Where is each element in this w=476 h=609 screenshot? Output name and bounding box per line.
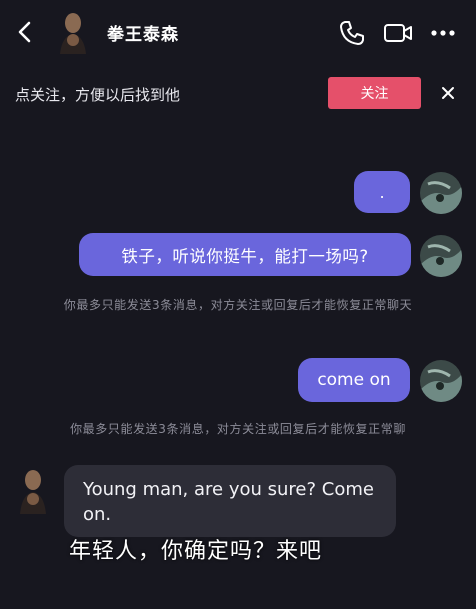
system-notice: 你最多只能发送3条消息，对方关注或回复后才能恢复正常聊 [70, 422, 406, 436]
my-avatar[interactable] [420, 172, 462, 214]
back-icon[interactable] [12, 18, 38, 46]
phone-icon[interactable] [338, 19, 366, 47]
chat-screen: 拳王泰森 点关注，方便以后找到他 关注 . 铁子，听说你挺牛，能打一场吗? 你最… [0, 0, 476, 609]
message-bubble-outgoing[interactable]: come on [298, 358, 410, 402]
contact-avatar[interactable] [58, 10, 88, 54]
contact-name: 拳王泰森 [107, 25, 179, 45]
chat-header: 拳王泰森 [0, 0, 476, 64]
message-bubble-outgoing[interactable]: . [354, 171, 410, 213]
message-bubble-incoming[interactable]: Young man, are you sure? Come on. [64, 465, 396, 537]
system-notice: 你最多只能发送3条消息，对方关注或回复后才能恢复正常聊天 [63, 298, 413, 312]
close-icon[interactable] [436, 81, 460, 105]
follow-prompt-bar: 点关注，方便以后找到他 关注 [0, 72, 476, 116]
follow-button[interactable]: 关注 [328, 77, 421, 109]
video-icon[interactable] [383, 19, 413, 47]
contact-avatar[interactable] [18, 466, 48, 514]
follow-prompt-text: 点关注，方便以后找到他 [15, 86, 181, 104]
my-avatar[interactable] [420, 235, 462, 277]
video-subtitle: 年轻人，你确定吗？来吧 [69, 539, 323, 564]
message-bubble-outgoing[interactable]: 铁子，听说你挺牛，能打一场吗? [79, 233, 411, 276]
more-icon[interactable] [430, 19, 456, 47]
my-avatar[interactable] [420, 360, 462, 402]
